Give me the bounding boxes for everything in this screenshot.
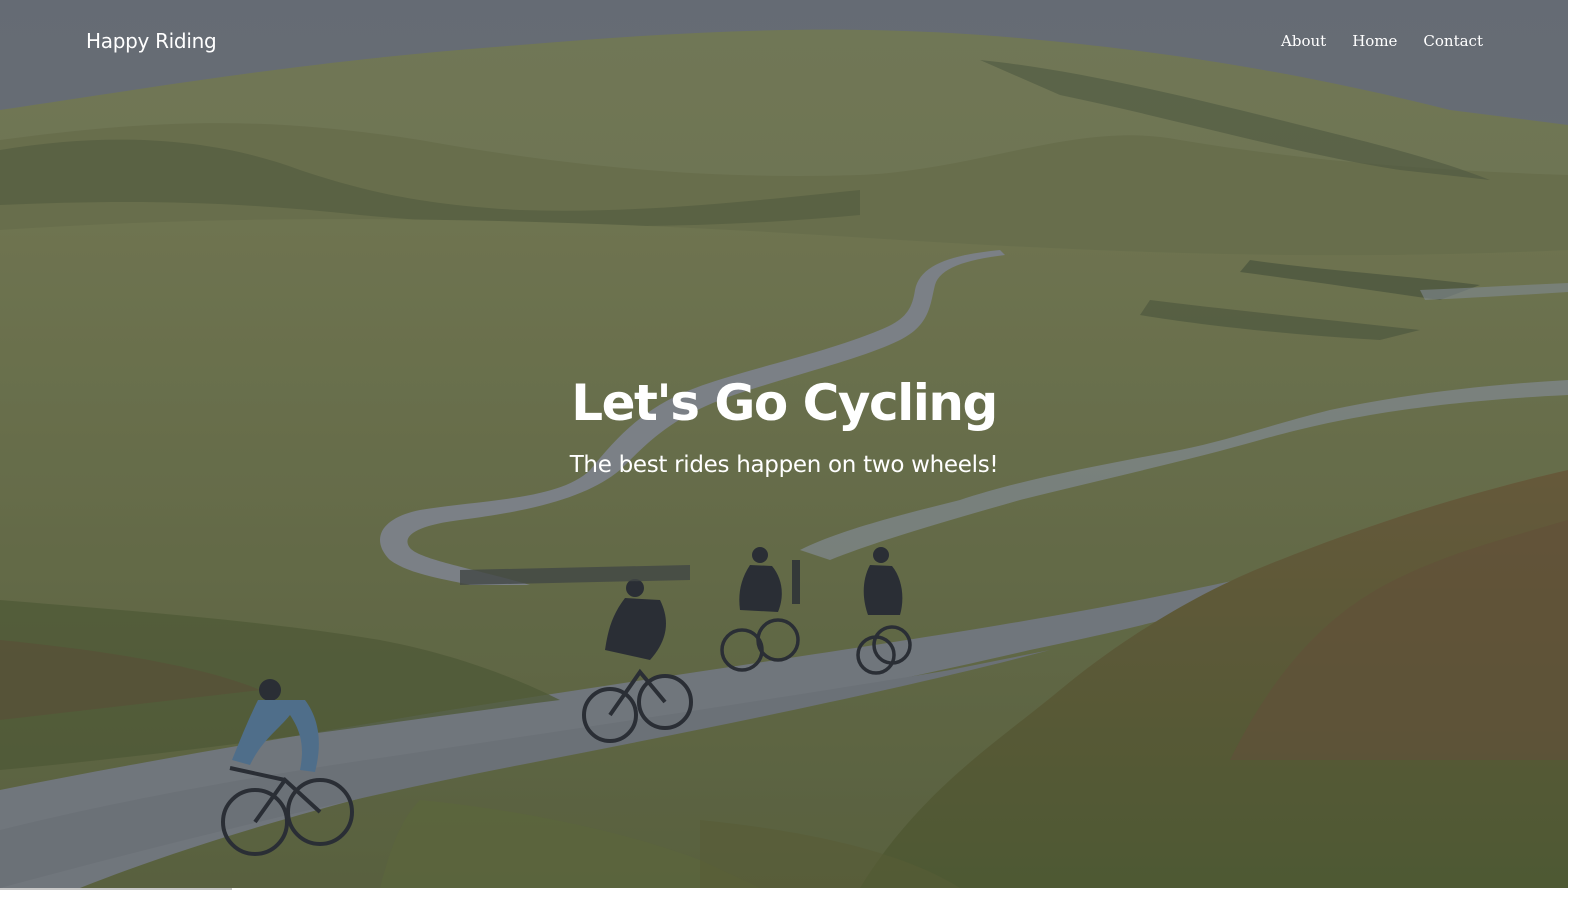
- hero-text: Let's Go Cycling The best rides happen o…: [0, 368, 1568, 478]
- nav-link-contact[interactable]: Contact: [1423, 32, 1483, 50]
- horizontal-scrollbar-track[interactable]: [0, 888, 1596, 906]
- nav-link-about[interactable]: About: [1281, 32, 1326, 50]
- vertical-scrollbar-track[interactable]: [1568, 0, 1596, 888]
- navbar: Happy Riding About Home Contact: [0, 0, 1568, 84]
- nav-links: About Home Contact: [1281, 32, 1483, 50]
- hero-subtitle: The best rides happen on two wheels!: [569, 452, 999, 478]
- horizontal-scrollbar-thumb[interactable]: [0, 888, 232, 890]
- hero-section: Happy Riding About Home Contact Let's Go…: [0, 0, 1568, 888]
- nav-link-home[interactable]: Home: [1352, 32, 1397, 50]
- hero-title: Let's Go Cycling: [571, 374, 998, 432]
- brand-logo-link[interactable]: Happy Riding: [86, 29, 217, 53]
